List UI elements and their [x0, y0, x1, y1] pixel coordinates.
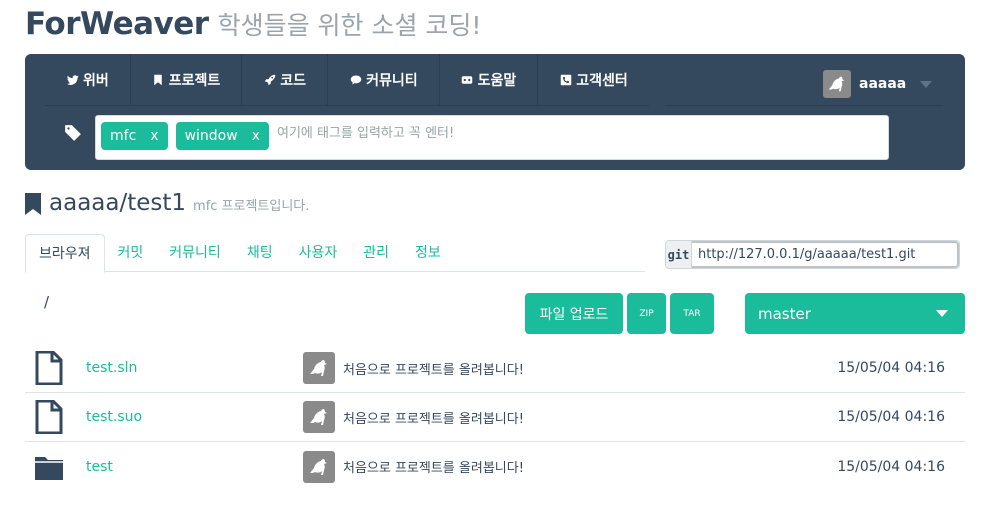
bird-icon — [310, 409, 327, 425]
tab-commits[interactable]: 커밋 — [105, 234, 157, 272]
tab-users[interactable]: 사용자 — [286, 234, 351, 272]
repo-description: mfc 프로젝트입니다. — [193, 199, 310, 214]
nav-divider — [665, 105, 943, 106]
tab-admin[interactable]: 관리 — [350, 234, 402, 272]
commit-message: 처음으로 프로젝트를 올려봅니다! — [343, 362, 524, 378]
file-name-link[interactable]: test.suo — [86, 409, 142, 425]
avatar — [823, 70, 851, 98]
commit-date: 15/05/04 04:16 — [837, 360, 945, 376]
table-row: test.suo 처음으로 프로젝트를 올려봅니다! 15/05/04 04:1… — [25, 393, 965, 442]
nav-item-label: 커뮤니티 — [366, 73, 418, 89]
nav-item-code[interactable]: 코드 — [242, 54, 329, 106]
tag-chip-label: window — [184, 128, 238, 144]
folder-icon — [34, 450, 64, 484]
bookmark-icon — [25, 193, 41, 215]
phone-icon — [559, 74, 572, 87]
current-path: / — [44, 293, 50, 311]
commit-message: 처음으로 프로젝트를 올려봅니다! — [343, 461, 524, 476]
avatar — [303, 352, 335, 384]
file-icon — [34, 350, 64, 386]
nav-item-community[interactable]: 커뮤니티 — [328, 54, 440, 106]
avatar — [303, 401, 335, 433]
tab-info[interactable]: 정보 — [402, 234, 454, 272]
commit-date: 15/05/04 04:16 — [837, 409, 945, 425]
comments-icon — [349, 74, 362, 87]
site-header: ForWeaver 학생들을 위한 소셜 코딩! — [25, 6, 481, 46]
bird-icon — [828, 76, 845, 92]
file-name-link[interactable]: test.sln — [86, 360, 137, 376]
caret-down-icon — [920, 80, 933, 88]
download-tar-button[interactable]: TAR — [670, 293, 714, 334]
file-list: test.sln 처음으로 프로젝트를 올려봅니다! 15/05/04 04:1… — [25, 344, 965, 491]
nav-item-label: 코드 — [280, 73, 307, 89]
nav-item-label: 고객센터 — [576, 73, 628, 89]
tab-community[interactable]: 커뮤니티 — [156, 234, 234, 272]
upload-file-button[interactable]: 파일 업로드 — [525, 293, 623, 334]
tag-remove-button[interactable]: x — [252, 128, 260, 144]
bird-icon — [310, 458, 327, 475]
tag-chip-mfc: mfc x — [101, 122, 168, 150]
nav-item-project[interactable]: 프로젝트 — [131, 54, 243, 106]
tagline: 학생들을 위한 소셜 코딩! — [217, 11, 482, 40]
git-url-field: git — [665, 240, 960, 269]
nav-item-support[interactable]: 고객센터 — [538, 54, 649, 106]
download-zip-button[interactable]: ZIP — [627, 293, 666, 334]
nav-item-label: 프로젝트 — [168, 73, 221, 89]
caret-down-icon — [936, 310, 948, 317]
tag-remove-button[interactable]: x — [150, 128, 158, 144]
nav-item-label: 위버 — [83, 73, 109, 89]
nav-item-label: 도움말 — [477, 73, 517, 89]
rocket-icon — [263, 74, 276, 87]
gamepad-icon — [461, 74, 474, 87]
nav-item-help[interactable]: 도움말 — [440, 54, 539, 106]
branch-name: master — [758, 304, 811, 323]
tag-input-box[interactable]: mfc x window x — [95, 115, 889, 160]
file-name-link[interactable]: test — [86, 459, 113, 475]
table-row: test 처음으로 프로젝트를 올려봅니다! 15/05/04 04:16 — [25, 442, 965, 491]
commit-date: 15/05/04 04:16 — [837, 458, 945, 475]
tab-chat[interactable]: 채팅 — [234, 234, 286, 272]
branch-select[interactable]: master — [745, 293, 965, 334]
tab-browser[interactable]: 브라우져 — [25, 234, 105, 273]
repo-tabs: 브라우져 커밋 커뮤니티 채팅 사용자 관리 정보 — [25, 234, 645, 273]
git-url-input[interactable] — [692, 241, 959, 268]
bookmark-icon — [152, 74, 165, 87]
bird-icon — [310, 360, 327, 376]
tag-chip-label: mfc — [110, 128, 137, 144]
repo-title: aaaaa/test1 mfc 프로젝트입니다. — [25, 190, 309, 216]
tag-input[interactable] — [276, 124, 637, 142]
main-navbar: 위버 프로젝트 코드 커뮤니티 도움말 고객센터 aaaaa mfc x win… — [25, 54, 965, 170]
table-row: test.sln 처음으로 프로젝트를 올려봅니다! 15/05/04 04:1… — [25, 344, 965, 393]
tag-chip-window: window x — [175, 122, 269, 150]
commit-message: 처음으로 프로젝트를 올려봅니다! — [343, 411, 524, 427]
git-label: git — [666, 241, 692, 268]
user-name: aaaaa — [859, 76, 907, 92]
tag-icon — [64, 124, 84, 144]
avatar — [303, 450, 335, 483]
repo-name[interactable]: aaaaa/test1 — [49, 190, 186, 216]
twitter-icon — [66, 74, 79, 87]
brand-logo[interactable]: ForWeaver — [25, 6, 209, 42]
file-icon — [34, 399, 64, 435]
user-menu[interactable]: aaaaa — [823, 70, 933, 98]
nav-menu: 위버 프로젝트 코드 커뮤니티 도움말 고객센터 — [45, 54, 649, 106]
nav-item-weaver[interactable]: 위버 — [45, 54, 131, 106]
